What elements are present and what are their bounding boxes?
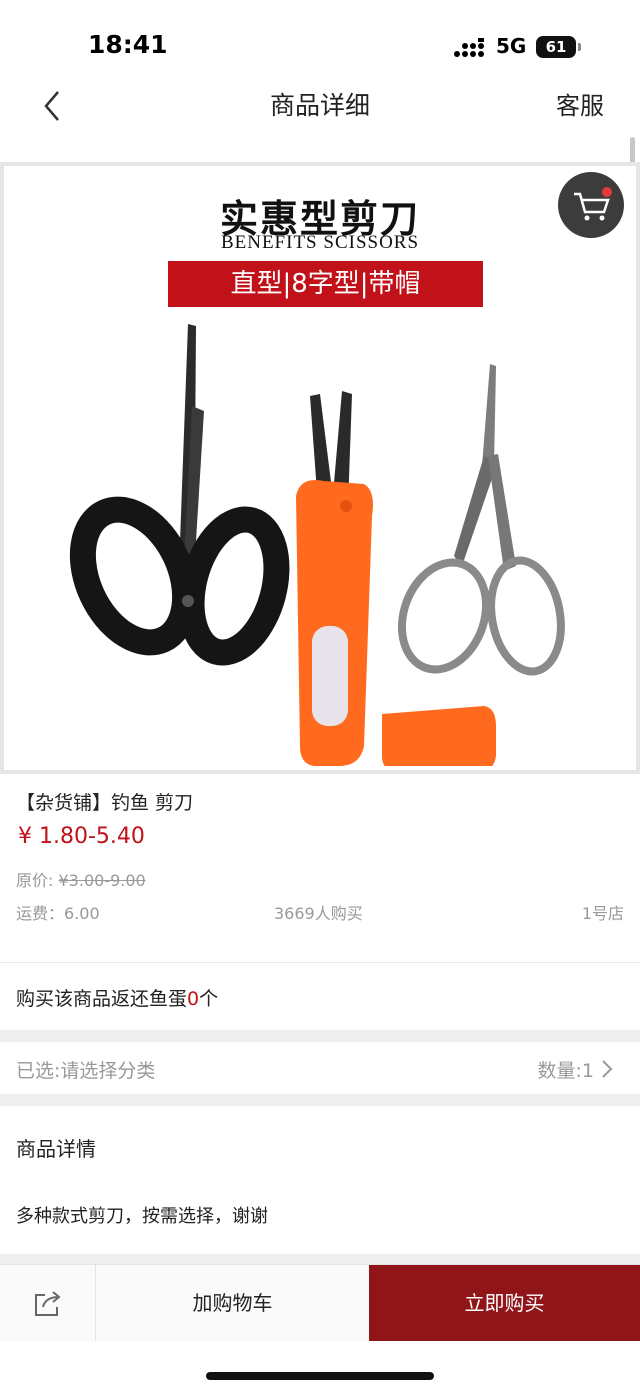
quantity-label: 数量:1 xyxy=(537,1060,595,1082)
add-to-cart-button[interactable]: 加购物车 xyxy=(96,1265,369,1341)
share-icon xyxy=(35,1291,61,1316)
network-label: 5G xyxy=(496,34,527,58)
buyer-count: 3669人购买 xyxy=(274,904,363,923)
product-image[interactable]: 实惠型剪刀 BENEFITS SCISSORS 直型|8字型|带帽 xyxy=(0,162,640,774)
buy-now-button[interactable]: 立即购买 xyxy=(369,1265,640,1341)
nav-bar: 商品详细 客服 xyxy=(0,80,640,140)
original-price-value: ¥3.00-9.00 xyxy=(58,871,146,890)
signal-icon xyxy=(454,38,484,57)
rebate-prefix: 购买该商品返还鱼蛋 xyxy=(16,988,188,1010)
status-time: 18:41 xyxy=(88,30,168,59)
details-text: 多种款式剪刀，按需选择，谢谢 xyxy=(16,1206,268,1227)
rebate-text: 购买该商品返还鱼蛋0个 xyxy=(16,984,218,1011)
page-title: 商品详细 xyxy=(269,91,370,120)
battery-tip xyxy=(578,43,581,51)
variant-selector[interactable]: 已选:请选择分类 数量:1 xyxy=(0,1042,640,1094)
shopping-cart-button[interactable] xyxy=(558,172,624,238)
status-bar: 18:41 5G 61 xyxy=(0,0,640,80)
product-info: 【杂货铺】钓鱼 剪刀 ¥ 1.80-5.40 原价: ¥3.00-9.00 运费… xyxy=(0,774,640,962)
product-name: 【杂货铺】钓鱼 剪刀 xyxy=(16,792,194,814)
original-price: 原价: ¥3.00-9.00 xyxy=(16,867,146,891)
bottom-action-bar: 加购物车 立即购买 xyxy=(0,1264,640,1341)
hero-banner: 直型|8字型|带帽 xyxy=(168,261,483,307)
details-title: 商品详情 xyxy=(16,1137,96,1161)
shopping-cart-icon xyxy=(574,192,610,221)
shipping-fee: 运费：6.00 xyxy=(16,904,100,923)
section-gap xyxy=(0,1094,640,1106)
original-price-label: 原价: xyxy=(16,871,54,890)
hero-subtitle: BENEFITS SCISSORS xyxy=(220,232,420,253)
section-gap xyxy=(0,1030,640,1042)
product-price: ¥ 1.80-5.40 xyxy=(18,824,145,849)
chevron-right-icon xyxy=(602,1060,613,1078)
customer-service-button[interactable]: 客服 xyxy=(556,86,604,121)
store-name[interactable]: 1号店 xyxy=(582,900,624,924)
rebate-suffix: 个 xyxy=(199,988,219,1010)
selected-variant: 已选:请选择分类 xyxy=(16,1060,156,1082)
cart-notification-dot xyxy=(602,187,612,197)
scissors-illustration xyxy=(69,324,565,766)
divider xyxy=(0,962,640,963)
battery-icon: 61 xyxy=(536,36,576,58)
share-button[interactable] xyxy=(0,1265,96,1341)
home-indicator[interactable] xyxy=(206,1372,434,1380)
rebate-count: 0 xyxy=(187,988,200,1010)
